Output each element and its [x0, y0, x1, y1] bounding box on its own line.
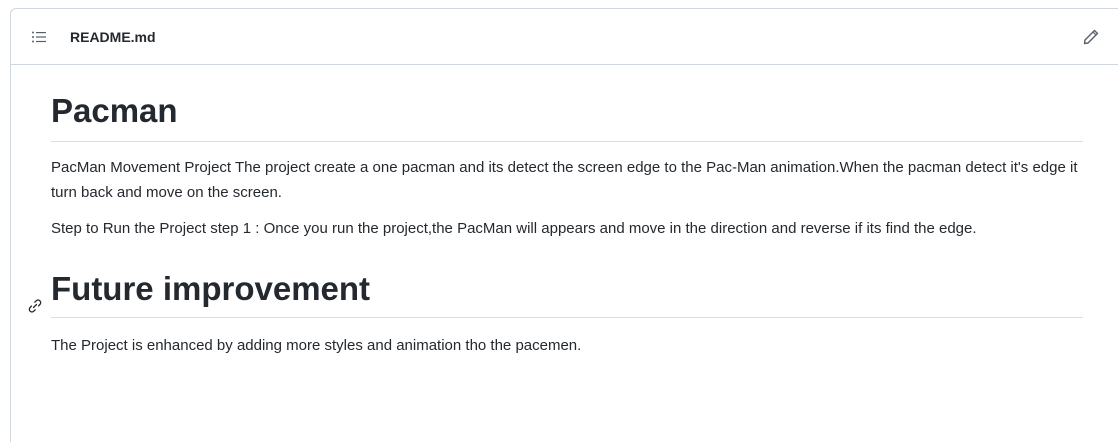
list-unordered-icon[interactable]	[31, 29, 47, 45]
markdown-body: Pacman PacMan Movement Project The proje…	[11, 65, 1118, 358]
steps-paragraph: Step to Run the Project step 1 : Once yo…	[51, 220, 977, 237]
section-heading: Future improvement	[28, 269, 1083, 318]
section-heading-text: Future improvement	[51, 270, 371, 307]
readme-filename[interactable]: README.md	[70, 29, 156, 45]
pencil-icon[interactable]	[1082, 28, 1100, 46]
readme-title: Pacman	[51, 65, 1083, 142]
intro-paragraph: PacMan Movement Project The project crea…	[51, 159, 1078, 201]
readme-panel: README.md Pacman PacMan Movement Project…	[10, 8, 1118, 442]
section-paragraph: The Project is enhanced by adding more s…	[51, 337, 582, 354]
link-icon[interactable]	[26, 284, 44, 313]
readme-header: README.md	[11, 9, 1118, 65]
